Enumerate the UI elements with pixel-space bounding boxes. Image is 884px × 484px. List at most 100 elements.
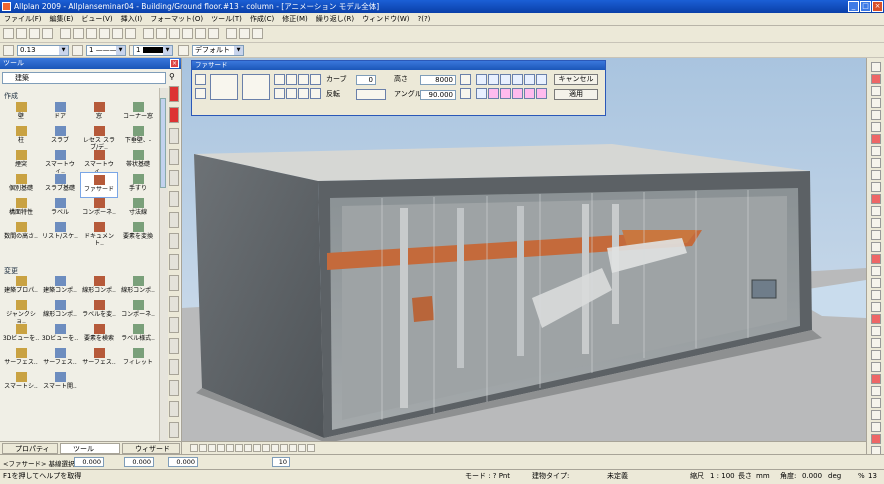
viewport-nav-1-icon[interactable] bbox=[199, 444, 207, 452]
viewport-nav-4-icon[interactable] bbox=[226, 444, 234, 452]
dy-input[interactable]: 0.000 bbox=[124, 457, 154, 467]
right-tool-30-icon[interactable] bbox=[871, 422, 881, 432]
tool-modify-14[interactable]: サーフェス.. bbox=[80, 346, 118, 372]
tool-create-5[interactable]: スラブ bbox=[41, 124, 79, 150]
viewport-nav-8-icon[interactable] bbox=[262, 444, 270, 452]
side-tab-5[interactable] bbox=[169, 191, 179, 207]
viewport-nav-7-icon[interactable] bbox=[253, 444, 261, 452]
palette-close-icon[interactable]: × bbox=[170, 59, 179, 68]
right-tool-26-icon[interactable] bbox=[871, 374, 881, 384]
menu-file[interactable]: ファイル(F) bbox=[0, 13, 46, 25]
side-tab-4[interactable] bbox=[169, 170, 179, 186]
menu-format[interactable]: フォーマット(O) bbox=[146, 13, 207, 25]
facade-preview-icon[interactable] bbox=[210, 74, 238, 100]
binoculars-icon[interactable]: ⚲ bbox=[169, 72, 179, 82]
right-tool-13-icon[interactable] bbox=[871, 218, 881, 228]
tab-properties[interactable]: プロパティ bbox=[2, 443, 58, 454]
paste-icon[interactable] bbox=[86, 28, 97, 39]
pick-line-icon[interactable] bbox=[195, 74, 206, 85]
layer-select[interactable]: デフォルト ▼ bbox=[192, 45, 244, 56]
redo-icon[interactable] bbox=[125, 28, 136, 39]
tool-modify-15[interactable]: フィレット bbox=[119, 346, 157, 372]
shape-icon-2[interactable] bbox=[286, 74, 297, 85]
shape-icon-4[interactable] bbox=[310, 74, 321, 85]
tool-create-1[interactable]: ドア bbox=[41, 100, 79, 126]
right-tool-11-icon[interactable] bbox=[871, 194, 881, 204]
right-tool-24-icon[interactable] bbox=[871, 350, 881, 360]
tool-create-10[interactable]: スマートウィ.. bbox=[80, 148, 118, 175]
side-tab-1[interactable] bbox=[169, 107, 179, 123]
curve-icon-4[interactable] bbox=[310, 88, 321, 99]
tool-create-17[interactable]: ラベル bbox=[41, 196, 79, 222]
zoom-window-icon[interactable] bbox=[182, 28, 193, 39]
right-tool-22-icon[interactable] bbox=[871, 326, 881, 336]
facade-option-1-4[interactable] bbox=[524, 88, 535, 99]
menu-help[interactable]: ?(?) bbox=[414, 13, 435, 25]
pan-icon[interactable] bbox=[195, 28, 206, 39]
right-tool-1-icon[interactable] bbox=[871, 74, 881, 84]
tool-modify-5[interactable]: 線形コンポ.. bbox=[41, 298, 79, 324]
rotate-button[interactable] bbox=[356, 89, 386, 100]
delete-icon[interactable] bbox=[99, 28, 110, 39]
menu-edit[interactable]: 編集(E) bbox=[46, 13, 78, 25]
tool-create-0[interactable]: 壁 bbox=[2, 100, 40, 126]
pen-thickness-select[interactable]: 0.13 ▼ bbox=[17, 45, 69, 56]
tool-create-9[interactable]: スマートウィ.. bbox=[41, 148, 79, 175]
tool-modify-3[interactable]: 線形コンポ.. bbox=[119, 274, 157, 300]
tool-create-12[interactable]: 個別基礎 bbox=[2, 172, 40, 198]
line-type-icon[interactable] bbox=[72, 45, 83, 56]
right-tool-10-icon[interactable] bbox=[871, 182, 881, 192]
find-icon[interactable] bbox=[252, 28, 263, 39]
curve-icon-2[interactable] bbox=[286, 88, 297, 99]
grid-preview-icon[interactable] bbox=[242, 74, 270, 100]
tool-create-14[interactable]: ファサード bbox=[80, 172, 118, 198]
curve-icon-3[interactable] bbox=[298, 88, 309, 99]
tool-modify-2[interactable]: 線形コンポ.. bbox=[80, 274, 118, 300]
viewport-nav-2-icon[interactable] bbox=[208, 444, 216, 452]
tool-modify-12[interactable]: サーフェス.. bbox=[2, 346, 40, 372]
line-type-select[interactable]: 1 ——— ▼ bbox=[86, 45, 126, 56]
animation-icon[interactable] bbox=[226, 28, 237, 39]
side-tab-14[interactable] bbox=[169, 380, 179, 396]
menu-create[interactable]: 作成(C) bbox=[246, 13, 278, 25]
right-tool-4-icon[interactable] bbox=[871, 110, 881, 120]
tool-modify-6[interactable]: ラベルを変.. bbox=[80, 298, 118, 324]
close-button[interactable]: × bbox=[872, 1, 883, 12]
right-tool-6-icon[interactable] bbox=[871, 134, 881, 144]
pointer-icon[interactable] bbox=[143, 28, 154, 39]
tab-tools[interactable]: ツール bbox=[60, 443, 120, 454]
tool-modify-8[interactable]: 3Dビューを.. bbox=[2, 322, 40, 348]
side-tab-7[interactable] bbox=[169, 233, 179, 249]
measure-icon[interactable] bbox=[156, 28, 167, 39]
right-tool-16-icon[interactable] bbox=[871, 254, 881, 264]
tab-wizard[interactable]: ウィザード bbox=[122, 443, 180, 454]
color-select[interactable]: 1 ▼ bbox=[133, 45, 173, 56]
tool-create-2[interactable]: 窓 bbox=[80, 100, 118, 126]
shape-icon-3[interactable] bbox=[298, 74, 309, 85]
facade-option-0-2[interactable] bbox=[500, 74, 511, 85]
right-tool-28-icon[interactable] bbox=[871, 398, 881, 408]
copy-icon[interactable] bbox=[73, 28, 84, 39]
angle-input[interactable]: 90.000 bbox=[420, 90, 456, 100]
tool-create-21[interactable]: リスト/スケ.. bbox=[41, 220, 79, 246]
open-file-icon[interactable] bbox=[16, 28, 27, 39]
side-tab-0[interactable] bbox=[169, 86, 179, 102]
cancel-button[interactable]: キャンセル bbox=[554, 74, 598, 85]
viewport-nav-0-icon[interactable] bbox=[190, 444, 198, 452]
right-tool-27-icon[interactable] bbox=[871, 386, 881, 396]
curve-icon-1[interactable] bbox=[274, 88, 285, 99]
right-tool-17-icon[interactable] bbox=[871, 266, 881, 276]
right-tool-19-icon[interactable] bbox=[871, 290, 881, 300]
save-icon[interactable] bbox=[29, 28, 40, 39]
facade-option-0-5[interactable] bbox=[536, 74, 547, 85]
side-tab-13[interactable] bbox=[169, 359, 179, 375]
tool-modify-17[interactable]: スマート開.. bbox=[41, 370, 79, 396]
menu-insert[interactable]: 挿入(I) bbox=[117, 13, 147, 25]
facade-option-1-0[interactable] bbox=[476, 88, 487, 99]
cut-icon[interactable] bbox=[60, 28, 71, 39]
layer-view-icon[interactable] bbox=[239, 28, 250, 39]
apply-button[interactable]: 適用 bbox=[554, 89, 598, 100]
tool-modify-0[interactable]: 建築プロパ.. bbox=[2, 274, 40, 300]
tool-create-19[interactable]: 寸法線 bbox=[119, 196, 157, 222]
maximize-button[interactable]: □ bbox=[860, 1, 871, 12]
